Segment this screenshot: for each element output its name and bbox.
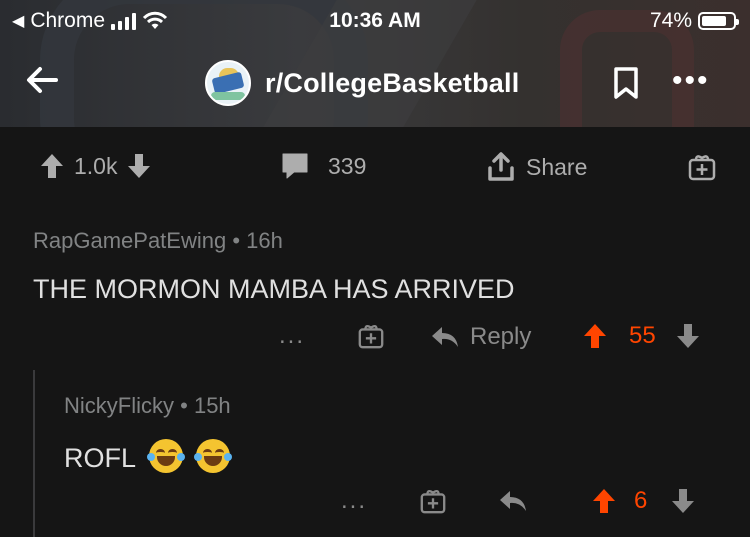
share-icon — [488, 152, 514, 181]
back-arrow-icon[interactable] — [22, 60, 62, 100]
upvote-arrow-icon[interactable] — [40, 152, 64, 180]
laughing-tears-emoji-icon — [146, 439, 185, 473]
meta-separator: • — [232, 228, 247, 253]
comment-award-button[interactable] — [357, 322, 385, 350]
comment-bubble-icon — [282, 153, 308, 179]
comment-text: THE MORMON MAMBA HAS ARRIVED — [33, 274, 515, 304]
reply-label: Reply — [470, 323, 532, 350]
comment-action-bar: ... Reply 55 — [0, 320, 750, 360]
upvote-arrow-icon[interactable] — [583, 322, 607, 350]
more-options-icon[interactable]: ••• — [672, 66, 710, 96]
reply-button[interactable]: Reply — [430, 323, 531, 351]
comment-more-icon[interactable]: ... — [341, 487, 367, 515]
comment-count: 339 — [328, 152, 367, 179]
gift-award-icon — [358, 324, 384, 349]
subreddit-avatar — [205, 60, 251, 106]
comment-author[interactable]: NickyFlicky — [64, 393, 174, 418]
downvote-arrow-icon[interactable] — [127, 152, 151, 180]
comment-vote-group: 55 — [583, 322, 700, 350]
award-button[interactable] — [687, 152, 717, 182]
post-action-bar: 1.0k 339 Share — [0, 140, 750, 195]
comment-meta: NickyFlicky • 15h — [64, 393, 231, 419]
upvote-arrow-icon[interactable] — [592, 487, 616, 515]
status-bar: ◀ Chrome 10:36 AM 74% — [0, 0, 750, 40]
comment-text: ROFL — [64, 443, 136, 473]
subreddit-link[interactable]: r/CollegeBasketball — [205, 60, 519, 106]
comment-author[interactable]: RapGamePatEwing — [33, 228, 226, 253]
comment-action-bar: ... 6 — [0, 485, 750, 525]
reply-arrow-icon — [500, 491, 526, 511]
battery-percent: 74% — [649, 9, 692, 32]
comment-meta: RapGamePatEwing • 16h — [33, 228, 515, 254]
comment-age: 16h — [246, 228, 283, 253]
share-label: Share — [526, 153, 588, 180]
subreddit-name: r/CollegeBasketball — [265, 67, 520, 98]
comment-score: 55 — [629, 322, 656, 349]
comment-award-button[interactable] — [419, 487, 447, 515]
clock: 10:36 AM — [329, 9, 421, 32]
comment-age: 15h — [193, 393, 231, 418]
comments-button[interactable]: 339 — [280, 152, 366, 180]
reply-button[interactable] — [498, 489, 528, 513]
downvote-arrow-icon[interactable] — [676, 322, 700, 350]
gift-award-icon — [420, 489, 446, 514]
bookmark-icon[interactable] — [612, 66, 640, 100]
reply-arrow-icon — [432, 327, 458, 347]
comment-vote-group: 6 — [592, 487, 695, 515]
battery-icon — [698, 12, 739, 30]
post-vote-count: 1.0k — [74, 152, 118, 179]
comment-more-icon[interactable]: ... — [279, 322, 305, 350]
post-vote-group: 1.0k — [40, 152, 151, 180]
comment-text-row: ROFL — [64, 439, 233, 474]
laughing-tears-emoji-icon — [194, 439, 233, 473]
downvote-arrow-icon[interactable] — [671, 487, 695, 515]
share-button[interactable]: Share — [486, 152, 587, 182]
comment-score: 6 — [634, 487, 648, 514]
top-nav: r/CollegeBasketball ••• — [0, 52, 750, 112]
gift-award-icon — [688, 155, 716, 181]
meta-separator: • — [180, 393, 194, 418]
